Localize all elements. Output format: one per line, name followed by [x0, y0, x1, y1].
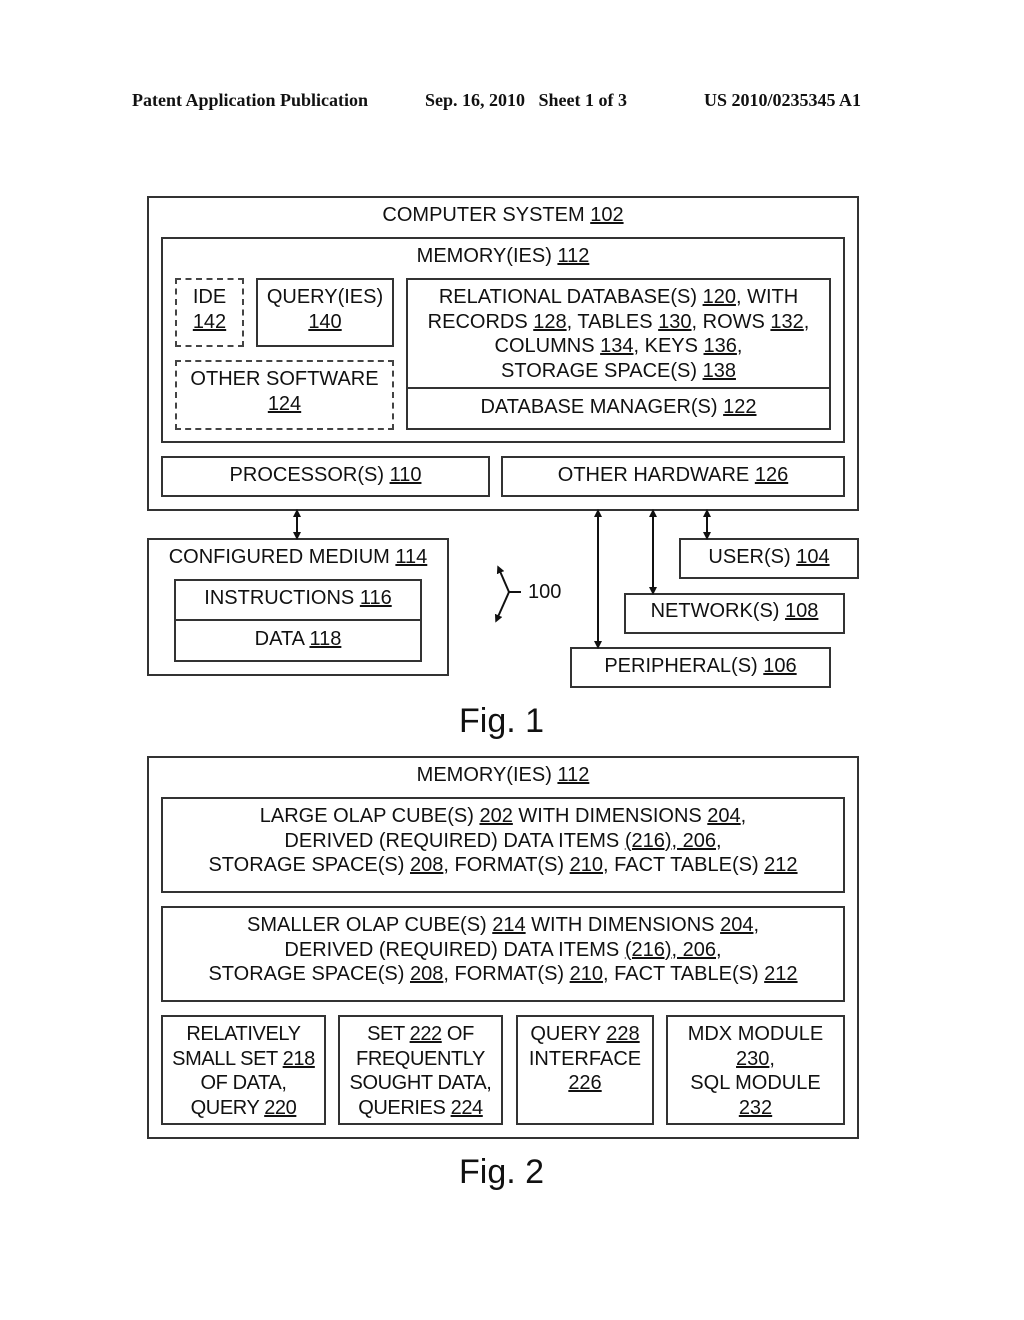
- other-software-label: OTHER SOFTWARE 124: [190, 368, 379, 415]
- fig2-caption: Fig. 2: [459, 1153, 545, 1191]
- ide-label: IDE 142: [192, 286, 227, 333]
- patent-number: US 2010/0235345 A1: [704, 90, 862, 110]
- networks-label: NETWORK(S) 108: [650, 600, 819, 622]
- large-olap-cube-label: LARGE OLAP CUBE(S) 202 WITH DIMENSIONS 2…: [208, 805, 798, 876]
- users-label: USER(S) 104: [708, 546, 830, 568]
- db-divider: [406, 387, 831, 389]
- system-ref-label: 100: [528, 581, 562, 603]
- frequent-set-label: SET 222 OF FREQUENTLY SOUGHT DATA, QUERI…: [349, 1023, 492, 1119]
- peripherals-label: PERIPHERAL(S) 106: [604, 655, 797, 677]
- smaller-olap-cube-label: SMALLER OLAP CUBE(S) 214 WITH DIMENSIONS…: [208, 914, 798, 985]
- small-set-label: RELATIVELY SMALL SET 218 OF DATA, QUERY …: [172, 1023, 315, 1119]
- configured-medium-label: CONFIGURED MEDIUM 114: [168, 546, 428, 568]
- data-label: DATA 118: [254, 628, 342, 650]
- fig1-caption: Fig. 1: [459, 702, 545, 740]
- computer-system-label: COMPUTER SYSTEM 102: [382, 204, 624, 226]
- modules-label: MDX MODULE 230, SQL MODULE 232: [687, 1023, 824, 1119]
- memories-label: MEMORY(IES) 112: [416, 245, 590, 267]
- instructions-label: INSTRUCTIONS 116: [204, 587, 392, 609]
- publication-label: Patent Application Publication: [132, 90, 369, 110]
- processors-label: PROCESSOR(S) 110: [229, 464, 422, 486]
- queries-label: QUERY(IES) 140: [266, 286, 384, 333]
- other-hardware-label: OTHER HARDWARE 126: [557, 464, 789, 486]
- database-manager-label: DATABASE MANAGER(S) 122: [480, 396, 757, 418]
- system-ref-arrow-icon: [494, 565, 521, 623]
- query-interface-label: QUERY 228 INTERFACE 226: [528, 1023, 642, 1094]
- fig2-memories-label: MEMORY(IES) 112: [416, 764, 590, 786]
- instructions-divider: [174, 619, 422, 621]
- date-sheet: Sep. 16, 2010 Sheet 1 of 3: [425, 90, 627, 110]
- relational-database-label: RELATIONAL DATABASE(S) 120, WITH RECORDS…: [427, 286, 810, 382]
